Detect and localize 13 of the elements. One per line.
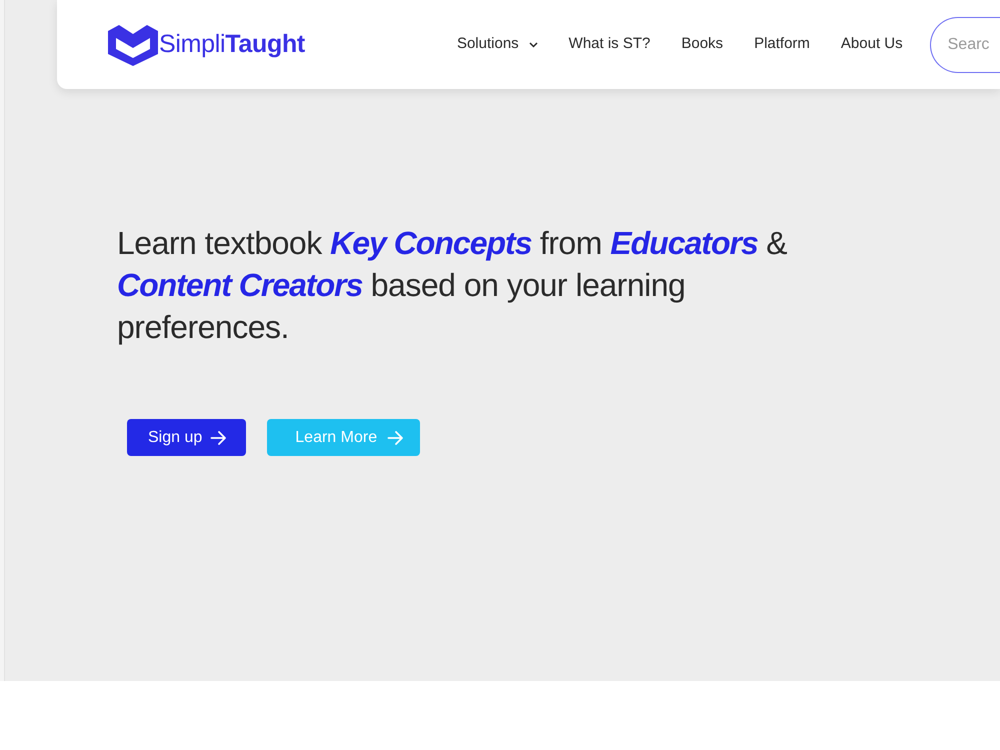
- nav-link[interactable]: What is ST?: [568, 33, 650, 56]
- nav-link[interactable]: Platform: [754, 33, 810, 56]
- nav-link[interactable]: About Us: [840, 33, 903, 56]
- logo-icon[interactable]: [108, 24, 158, 66]
- search-field[interactable]: Searc: [930, 16, 1000, 72]
- nav-link[interactable]: Books: [681, 33, 724, 56]
- caret-icon[interactable]: [528, 42, 538, 48]
- logo-text[interactable]: SimpliTaught: [159, 32, 305, 57]
- hero-headline: Learn textbook Key Concepts from Educators & Content Creators based on your learning preferences.: [117, 224, 788, 347]
- nav-link[interactable]: Solutions: [456, 33, 538, 56]
- arrow-right-icon: [387, 430, 404, 446]
- arrow-right-icon: [210, 430, 228, 446]
- sign-up-button[interactable]: Sign up: [127, 419, 246, 456]
